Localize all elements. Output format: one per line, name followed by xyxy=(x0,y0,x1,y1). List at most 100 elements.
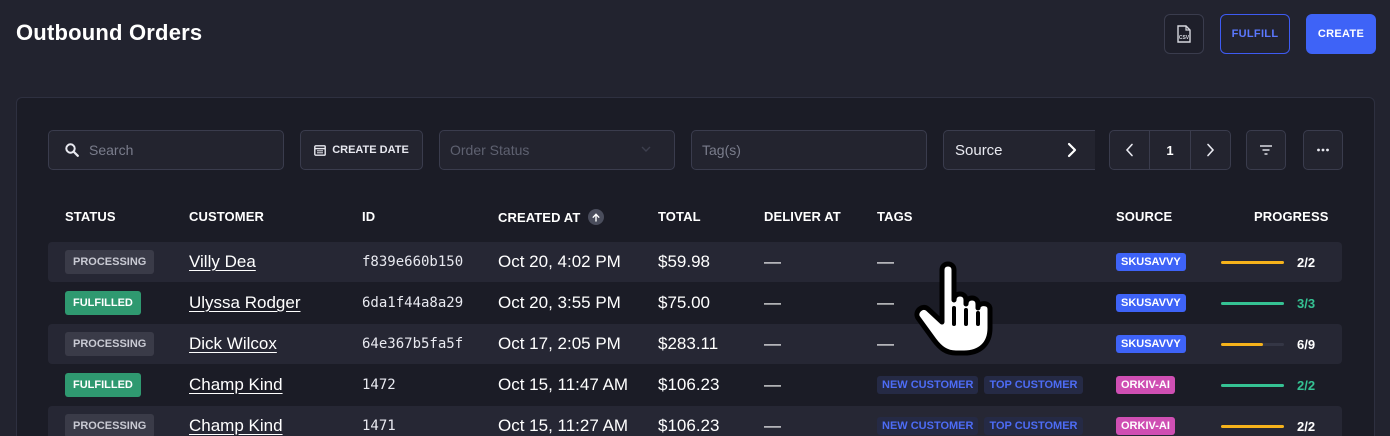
order-total: $106.23 xyxy=(658,416,720,435)
tags-cell: — xyxy=(877,242,894,282)
source-badge: SKUSAVVY xyxy=(1116,253,1186,271)
status-badge: FULFILLED xyxy=(65,291,141,315)
order-id: f839e660b150 xyxy=(362,254,464,270)
customer-link[interactable]: Dick Wilcox xyxy=(189,334,277,354)
tags-empty: — xyxy=(877,293,894,312)
tag-badge[interactable]: TOP CUSTOMER xyxy=(984,376,1083,394)
source-filter-label: Source xyxy=(955,141,1003,159)
customer-link[interactable]: Champ Kind xyxy=(189,416,283,436)
order-id: 1471 xyxy=(362,418,396,434)
prev-page-button[interactable] xyxy=(1110,131,1149,169)
table-row[interactable]: PROCESSING Villy Dea f839e660b150 Oct 20… xyxy=(48,242,1342,282)
table-row[interactable]: PROCESSING Champ Kind 1471 Oct 15, 11:27… xyxy=(48,406,1342,436)
progress-text: 3/3 xyxy=(1297,295,1316,311)
tag-badge[interactable]: NEW CUSTOMER xyxy=(877,376,979,394)
column-header-created-at[interactable]: CREATED AT xyxy=(498,209,605,225)
progress-text: 2/2 xyxy=(1297,377,1316,393)
search-icon xyxy=(65,143,79,157)
order-total: $283.11 xyxy=(658,334,719,353)
progress-bar xyxy=(1221,342,1284,346)
column-header-id[interactable]: ID xyxy=(362,209,375,224)
chevron-right-icon xyxy=(1207,143,1215,157)
deliver-at: — xyxy=(764,375,781,394)
table-row[interactable]: FULFILLED Ulyssa Rodger 6da1f44a8a29 Oct… xyxy=(48,283,1342,323)
column-header-deliver-at[interactable]: DELIVER AT xyxy=(764,209,841,224)
fulfill-button[interactable]: FULFILL xyxy=(1220,14,1290,54)
order-total: $59.98 xyxy=(658,252,710,271)
table-row[interactable]: FULFILLED Champ Kind 1472 Oct 15, 11:47 … xyxy=(48,365,1342,405)
progress-text: 2/2 xyxy=(1297,254,1316,270)
csv-file-icon: CSV xyxy=(1177,25,1191,43)
created-at: Oct 17, 2:05 PM xyxy=(498,334,621,353)
column-header-tags[interactable]: TAGS xyxy=(877,209,913,224)
progress-bar xyxy=(1221,424,1284,428)
progress-cell: 3/3 xyxy=(1221,283,1315,323)
tags-cell: NEW CUSTOMER TOP CUSTOMER xyxy=(877,365,1089,405)
progress-cell: 2/2 xyxy=(1221,365,1315,405)
status-badge: PROCESSING xyxy=(65,332,155,356)
tag-badge[interactable]: TOP CUSTOMER xyxy=(984,417,1083,435)
create-date-filter-button[interactable]: CREATE DATE xyxy=(300,130,423,170)
chevron-right-icon xyxy=(1067,142,1077,158)
column-header-progress[interactable]: PROGRESS xyxy=(1254,209,1328,224)
order-id: 64e367b5fa5f xyxy=(362,336,464,352)
tags-empty: — xyxy=(877,252,894,271)
chevron-left-icon xyxy=(1125,143,1133,157)
tags-empty: — xyxy=(877,334,894,353)
create-button[interactable]: CREATE xyxy=(1306,14,1376,54)
tags-cell: — xyxy=(877,283,894,323)
deliver-at: — xyxy=(764,252,781,271)
progress-bar-fill xyxy=(1221,260,1284,264)
progress-cell: 2/2 xyxy=(1221,242,1315,282)
customer-link[interactable]: Villy Dea xyxy=(189,252,256,272)
hand-pointer-cursor-icon xyxy=(914,261,993,356)
order-status-select[interactable]: Order Status xyxy=(439,130,675,170)
filter-options-button[interactable] xyxy=(1246,130,1286,170)
progress-bar xyxy=(1221,301,1284,305)
more-options-button[interactable] xyxy=(1303,130,1343,170)
order-id: 6da1f44a8a29 xyxy=(362,295,464,311)
progress-bar-fill xyxy=(1221,383,1284,387)
search-input[interactable]: Search xyxy=(48,130,284,170)
source-badge: SKUSAVVY xyxy=(1116,335,1186,353)
column-header-total[interactable]: TOTAL xyxy=(658,209,701,224)
created-at: Oct 20, 3:55 PM xyxy=(498,293,621,312)
source-badge: SKUSAVVY xyxy=(1116,294,1186,312)
pagination: 1 xyxy=(1109,130,1231,170)
created-at: Oct 15, 11:27 AM xyxy=(498,416,629,435)
next-page-button[interactable] xyxy=(1191,131,1230,169)
customer-link[interactable]: Champ Kind xyxy=(189,375,283,395)
filter-lines-icon xyxy=(1260,145,1272,155)
created-at: Oct 20, 4:02 PM xyxy=(498,252,621,271)
order-id: 1472 xyxy=(362,377,396,393)
source-filter[interactable]: Source xyxy=(943,130,1095,170)
progress-bar xyxy=(1221,383,1284,387)
column-header-source[interactable]: SOURCE xyxy=(1116,209,1172,224)
chevron-down-icon xyxy=(641,146,651,152)
tags-cell: — xyxy=(877,324,894,364)
progress-bar-fill xyxy=(1221,301,1284,305)
column-header-customer[interactable]: CUSTOMER xyxy=(189,209,264,224)
customer-link[interactable]: Ulyssa Rodger xyxy=(189,293,301,313)
top-bar: Outbound Orders CSV FULFILL CREATE xyxy=(0,0,1390,70)
table-row[interactable]: PROCESSING Dick Wilcox 64e367b5fa5f Oct … xyxy=(48,324,1342,364)
calendar-icon xyxy=(314,145,327,156)
status-badge: PROCESSING xyxy=(65,414,155,436)
csv-icon-text: CSV xyxy=(1179,35,1190,41)
tags-cell: NEW CUSTOMER TOP CUSTOMER xyxy=(877,406,1089,436)
current-page: 1 xyxy=(1149,131,1191,169)
status-badge: FULFILLED xyxy=(65,373,141,397)
status-badge: PROCESSING xyxy=(65,250,155,274)
deliver-at: — xyxy=(764,416,781,435)
order-total: $75.00 xyxy=(658,293,710,312)
sort-ascending-icon[interactable] xyxy=(588,209,605,225)
tags-input[interactable]: Tag(s) xyxy=(691,130,927,170)
export-csv-button[interactable]: CSV xyxy=(1164,14,1204,54)
search-placeholder: Search xyxy=(89,142,134,158)
progress-bar-fill xyxy=(1221,424,1284,428)
source-badge: ORKIV-AI xyxy=(1116,417,1175,435)
progress-text: 2/2 xyxy=(1297,418,1316,434)
created-at: Oct 15, 11:47 AM xyxy=(498,375,629,394)
column-header-status[interactable]: STATUS xyxy=(65,209,116,224)
tag-badge[interactable]: NEW CUSTOMER xyxy=(877,417,979,435)
